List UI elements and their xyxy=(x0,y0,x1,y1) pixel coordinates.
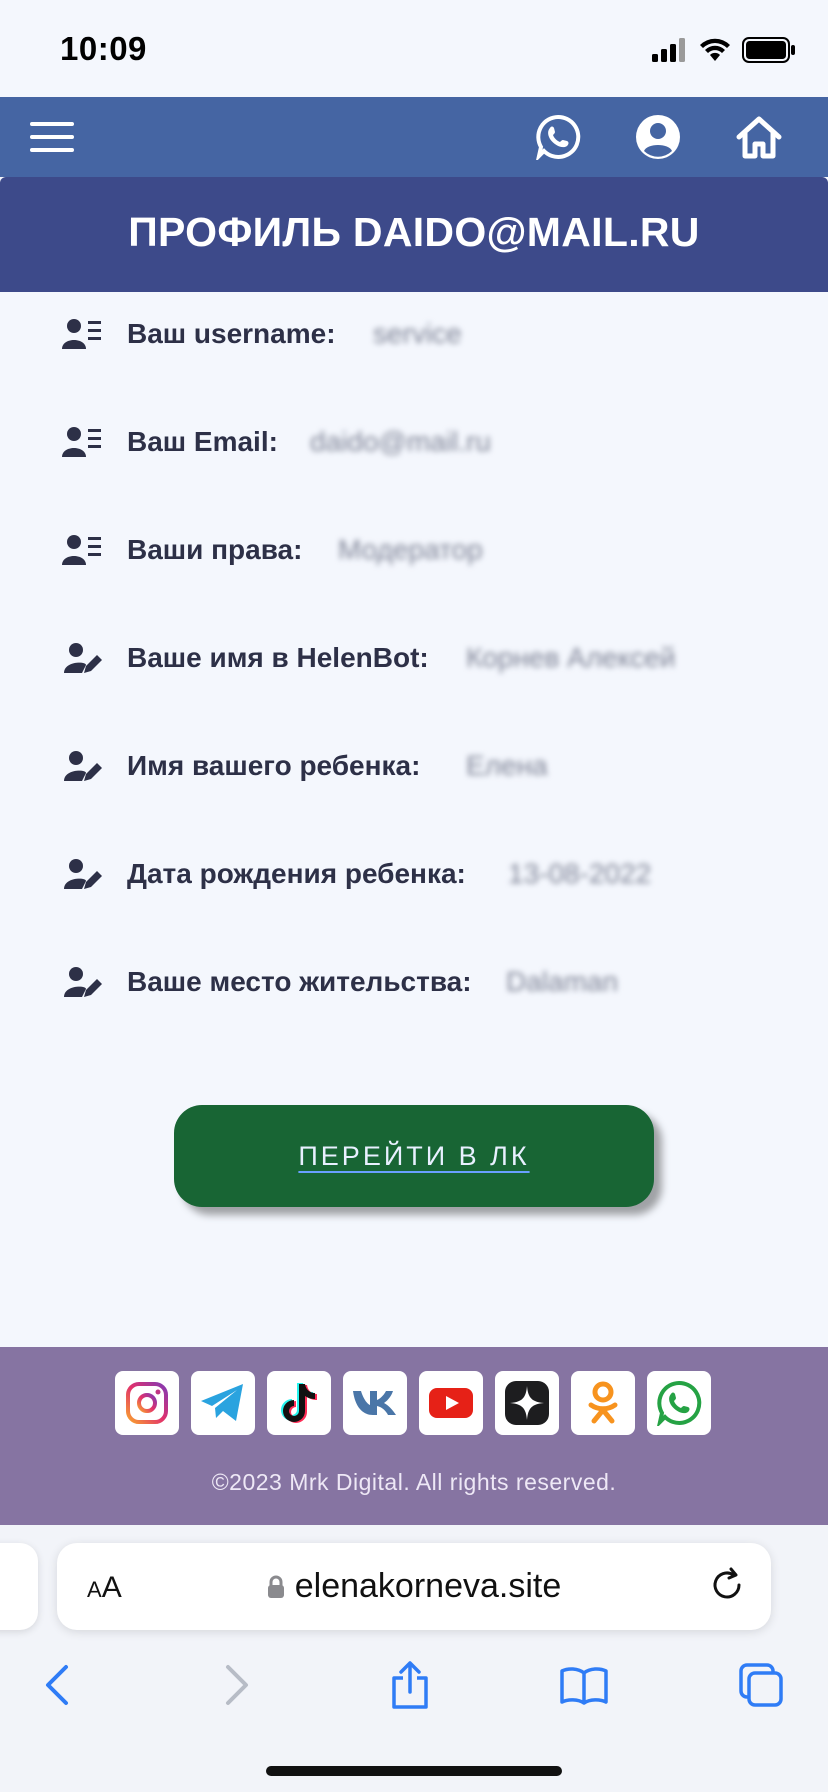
field-child-birthdate: Дата рождения ребенка: 13-08-2022 xyxy=(0,844,828,904)
field-rights: Ваши права: Модератор xyxy=(0,520,828,580)
social-links xyxy=(115,1371,711,1435)
home-indicator xyxy=(266,1766,562,1776)
browser-bottom-bar: AA elenakorneva.site xyxy=(0,1525,828,1792)
back-button[interactable] xyxy=(27,1655,87,1715)
url-display: elenakorneva.site xyxy=(57,1567,771,1606)
share-icon xyxy=(392,1661,428,1709)
copyright: ©2023 Mrk Digital. All rights reserved. xyxy=(211,1469,617,1495)
telegram-link[interactable] xyxy=(191,1371,255,1435)
field-label: Дата рождения ребенка: xyxy=(127,858,466,889)
field-label: Ваши права: xyxy=(127,534,303,565)
field-value: daido@mail.ru xyxy=(310,426,491,457)
home-button[interactable] xyxy=(724,97,794,177)
hamburger-icon xyxy=(30,122,74,152)
user-icon xyxy=(636,115,680,159)
lock-icon xyxy=(267,1575,284,1598)
status-bar: 10:09 xyxy=(0,0,828,97)
wifi-icon xyxy=(700,38,730,61)
whatsapp-footer-link[interactable] xyxy=(647,1371,711,1435)
share-button[interactable] xyxy=(380,1655,440,1715)
user-list-icon xyxy=(58,310,106,358)
user-edit-icon xyxy=(58,850,106,898)
tabs-button[interactable] xyxy=(731,1655,791,1715)
profile-button[interactable] xyxy=(623,97,693,177)
chevron-right-icon xyxy=(226,1665,248,1705)
user-edit-icon xyxy=(58,958,106,1006)
tiktok-icon xyxy=(281,1383,317,1423)
battery-icon xyxy=(742,37,795,63)
whatsapp-icon xyxy=(536,114,581,160)
field-value: service xyxy=(373,318,462,349)
reload-icon[interactable] xyxy=(707,1565,747,1605)
field-label: Ваше имя в HelenBot: xyxy=(127,642,429,673)
home-icon xyxy=(736,116,782,159)
user-list-icon xyxy=(58,418,106,466)
go-to-account-button[interactable]: ПЕРЕЙТИ В ЛК xyxy=(174,1105,654,1207)
book-icon xyxy=(560,1667,608,1705)
vk-link[interactable] xyxy=(343,1371,407,1435)
youtube-link[interactable] xyxy=(419,1371,483,1435)
whatsapp-button[interactable] xyxy=(523,97,593,177)
profile-header: ПРОФИЛЬ DAIDO@MAIL.RU xyxy=(0,177,828,292)
browser-toolbar xyxy=(0,1655,828,1725)
field-label: Ваш Email: xyxy=(127,426,278,457)
tiktok-link[interactable] xyxy=(267,1371,331,1435)
field-value: Модератор xyxy=(338,534,483,565)
field-child-name: Имя вашего ребенка: Елена xyxy=(0,736,828,796)
zen-link[interactable] xyxy=(495,1371,559,1435)
footer: ©2023 Mrk Digital. All rights reserved. xyxy=(0,1347,828,1525)
status-icons xyxy=(652,36,796,64)
field-value: Dalaman xyxy=(506,966,619,997)
previous-tab-card[interactable] xyxy=(0,1543,38,1630)
bookmarks-button[interactable] xyxy=(554,1655,614,1715)
user-edit-icon xyxy=(58,634,106,682)
go-to-account-label: ПЕРЕЙТИ В ЛК xyxy=(298,1140,530,1171)
top-nav xyxy=(0,97,828,177)
field-label: Имя вашего ребенка: xyxy=(127,750,421,781)
field-residence: Ваше место жительства: Dalaman xyxy=(0,952,828,1012)
menu-button[interactable] xyxy=(17,97,87,177)
vk-icon xyxy=(353,1391,396,1415)
youtube-icon xyxy=(429,1388,473,1418)
odnoklassniki-icon xyxy=(588,1381,618,1424)
field-email: Ваш Email: daido@mail.ru xyxy=(0,412,828,472)
field-value: Корнев Алексей xyxy=(466,642,676,673)
url-text: elenakorneva.site xyxy=(294,1567,562,1605)
field-label: Ваш username: xyxy=(127,318,336,349)
status-time: 10:09 xyxy=(60,30,147,67)
field-value: Елена xyxy=(466,750,548,781)
tabs-icon xyxy=(739,1663,783,1707)
odnoklassniki-link[interactable] xyxy=(571,1371,635,1435)
address-bar[interactable]: AA elenakorneva.site xyxy=(57,1543,771,1630)
cellular-signal-icon xyxy=(652,38,685,62)
field-bot-name: Ваше имя в HelenBot: Корнев Алексей xyxy=(0,628,828,688)
field-username: Ваш username: service xyxy=(0,304,828,364)
instagram-link[interactable] xyxy=(115,1371,179,1435)
zen-icon xyxy=(505,1381,549,1425)
forward-button[interactable] xyxy=(207,1655,267,1715)
user-list-icon xyxy=(58,526,106,574)
field-label: Ваше место жительства: xyxy=(127,966,472,997)
telegram-icon xyxy=(201,1384,243,1421)
chevron-left-icon xyxy=(46,1665,68,1705)
user-edit-icon xyxy=(58,742,106,790)
field-value: 13-08-2022 xyxy=(508,858,652,889)
whatsapp-icon xyxy=(657,1380,702,1426)
instagram-icon xyxy=(126,1382,168,1424)
page-title: ПРОФИЛЬ DAIDO@MAIL.RU xyxy=(128,209,700,255)
